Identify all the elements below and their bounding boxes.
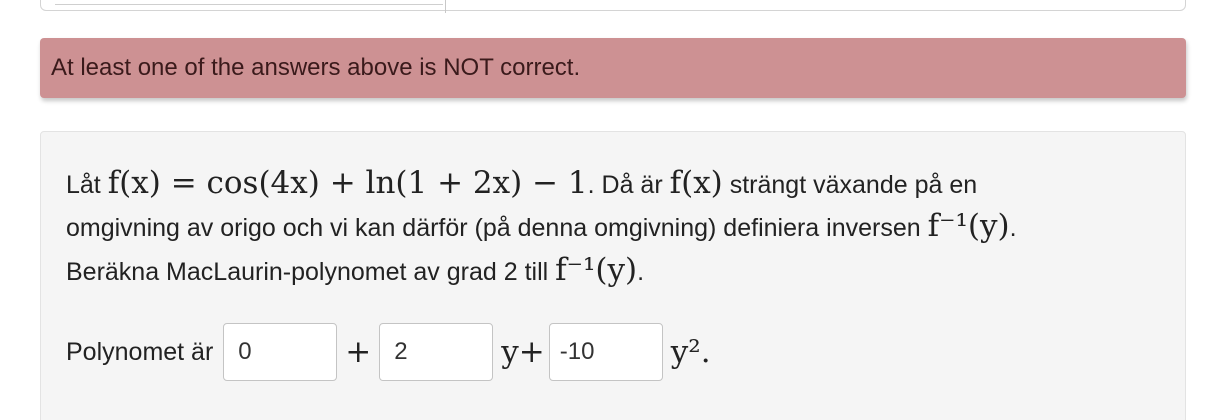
- question-line-2: omgivning av origo och vi kan därför (på…: [66, 211, 1017, 242]
- y-squared-term: y².: [670, 334, 711, 370]
- feedback-alert-text: At least one of the answers above is NOT…: [51, 54, 581, 81]
- feedback-alert: At least one of the answers above is NOT…: [40, 38, 1186, 98]
- question-text: Beräkna MacLaurin-polynomet av grad 2 ti…: [66, 258, 556, 286]
- page: At least one of the answers above is NOT…: [0, 0, 1205, 420]
- function-math: f(x): [669, 165, 723, 201]
- previous-answer-divider-horizontal: [55, 4, 443, 5]
- question-line-1: Låt f(x) = cos(4x) + ln(1 + 2x) − 1. Då …: [66, 168, 977, 199]
- answer-row: Polynomet är + y+ y².: [66, 322, 711, 382]
- question-text: omgivning av origo och vi kan därför (på…: [66, 214, 928, 242]
- question-text: Låt: [66, 171, 108, 199]
- quadratic-coefficient-input[interactable]: [548, 323, 663, 381]
- constant-term-input[interactable]: [223, 323, 338, 381]
- question-text: strängt växande på en: [722, 171, 978, 199]
- question-text: .: [637, 258, 645, 286]
- question-text: .: [1009, 214, 1017, 242]
- question-panel: Låt f(x) = cos(4x) + ln(1 + 2x) − 1. Då …: [40, 131, 1186, 420]
- inverse-function-math: f⁻¹(y): [927, 208, 1010, 244]
- plus-operator: +: [345, 334, 372, 370]
- question-line-3: Beräkna MacLaurin-polynomet av grad 2 ti…: [66, 255, 644, 286]
- previous-answer-box: [40, 0, 1186, 11]
- function-definition-math: f(x) = cos(4x) + ln(1 + 2x) − 1: [107, 165, 588, 201]
- previous-answer-divider-vertical: [445, 0, 446, 13]
- answer-label: Polynomet är: [66, 337, 214, 366]
- inverse-function-math: f⁻¹(y): [555, 252, 638, 288]
- question-text: . Då är: [587, 171, 670, 199]
- linear-coefficient-input[interactable]: [379, 323, 494, 381]
- y-plus-term: y+: [501, 334, 545, 370]
